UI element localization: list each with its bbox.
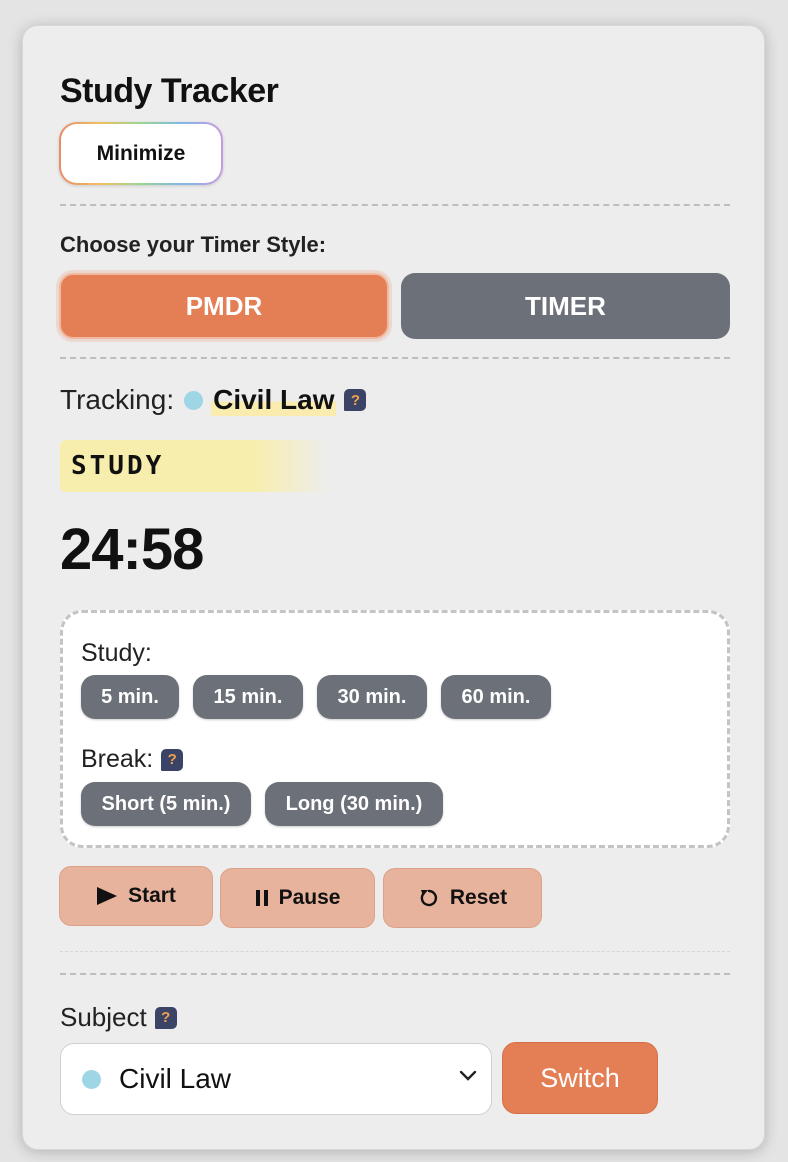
break-preset-long[interactable]: Long (30 min.) (265, 782, 443, 826)
question-icon[interactable]: ? (161, 748, 184, 771)
study-tracker-card: Study Tracker Minimize Choose your Timer… (22, 25, 765, 1150)
break-label-text: Break: (81, 745, 154, 773)
study-label-text: Study: (81, 639, 152, 667)
switch-button[interactable]: Switch (502, 1042, 658, 1114)
subject-select-value: Civil Law (119, 1063, 232, 1094)
subject-label-row: Subject ? (60, 1002, 177, 1033)
pause-button[interactable]: Pause (220, 868, 375, 928)
mode-badge: STUDY (60, 440, 330, 492)
play-icon (97, 887, 118, 905)
timer-clock: 24:58 (60, 517, 204, 582)
section-divider (60, 204, 730, 206)
reset-button[interactable]: Reset (383, 868, 542, 928)
section-divider (60, 973, 730, 975)
pmdr-style-button[interactable]: PMDR (59, 273, 389, 339)
reset-icon (420, 889, 437, 907)
minimize-button[interactable]: Minimize (61, 124, 221, 183)
tracking-label: Tracking: (60, 384, 175, 415)
start-label: Start (128, 884, 176, 907)
subject-color-dot (82, 1069, 101, 1089)
break-preset-short[interactable]: Short (5 min.) (81, 782, 251, 826)
tracking-row: Tracking: Civil Law ? (60, 384, 367, 416)
study-preset-30[interactable]: 30 min. (317, 675, 427, 719)
study-preset-15[interactable]: 15 min. (193, 675, 303, 719)
question-icon[interactable]: ? (344, 389, 367, 411)
timer-style-prompt: Choose your Timer Style: (60, 232, 327, 257)
chevron-down-icon (459, 1070, 477, 1081)
minimize-button-frame: Minimize (59, 122, 223, 185)
subject-color-dot (184, 390, 204, 410)
pause-icon (255, 890, 268, 906)
app-title: Study Tracker (60, 72, 279, 110)
study-presets-label: Study: (81, 639, 152, 668)
question-icon[interactable]: ? (154, 1006, 177, 1029)
reset-label: Reset (449, 886, 508, 909)
section-divider (60, 951, 730, 952)
break-presets-label: Break: ? (81, 745, 184, 774)
study-preset-5[interactable]: 5 min. (81, 675, 179, 719)
study-preset-60[interactable]: 60 min. (441, 675, 551, 719)
section-divider (60, 357, 730, 359)
timer-style-button[interactable]: TIMER (401, 273, 730, 339)
subject-label: Subject (60, 1002, 147, 1032)
tracking-subject: Civil Law (211, 384, 337, 416)
subject-select[interactable]: Civil Law (60, 1043, 492, 1115)
start-button[interactable]: Start (59, 866, 213, 926)
duration-presets-panel: Study: 5 min. 15 min. 30 min. 60 min. Br… (60, 610, 730, 848)
pause-label: Pause (278, 886, 341, 909)
